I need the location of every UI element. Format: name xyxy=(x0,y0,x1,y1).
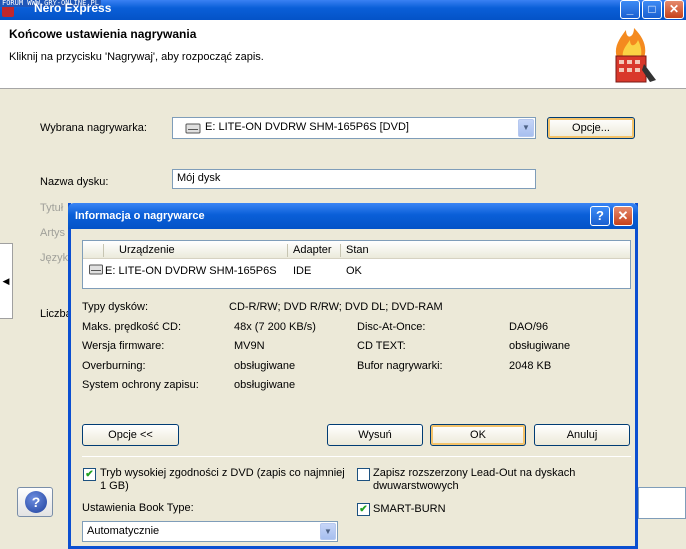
device-status-cell: OK xyxy=(346,265,362,277)
firmware-label: Wersja firmware: xyxy=(82,340,165,352)
smartburn-checkbox[interactable]: ✔ xyxy=(357,503,370,516)
dao-value: DAO/96 xyxy=(509,321,549,333)
window-title: Nero Express xyxy=(34,1,112,15)
nero-burn-logo-icon xyxy=(615,28,656,83)
column-adapter[interactable]: Adapter xyxy=(293,244,332,256)
recorder-select-value: E: LITE-ON DVDRW SHM-165P6S [DVD] xyxy=(205,121,409,133)
recorder-label: Wybrana nagrywarka: xyxy=(40,122,147,134)
recorder-select[interactable]: E: LITE-ON DVDRW SHM-165P6S [DVD] ▼ xyxy=(172,117,536,139)
booktype-select[interactable]: Automatycznie ▼ xyxy=(82,521,338,542)
max-speed-value: 48x (7 200 KB/s) xyxy=(234,321,316,333)
smartburn-label: SMART-BURN xyxy=(373,503,446,515)
column-status[interactable]: Stan xyxy=(346,244,369,256)
dialog-close-button[interactable]: ✕ xyxy=(613,206,633,226)
options-button[interactable]: Opcje... xyxy=(547,117,635,139)
cdtext-value: obsługiwane xyxy=(509,340,571,352)
leadout-label: Zapisz rozszerzony Lead-Out na dyskach d… xyxy=(373,467,576,492)
buffer-value: 2048 KB xyxy=(509,360,552,372)
dialog-title-bar: Informacja o nagrywarce ? ✕ xyxy=(68,203,638,229)
header-panel: Końcowe ustawienia nagrywania Kliknij na… xyxy=(0,20,686,89)
language-label: Język xyxy=(40,252,69,264)
cdtext-label: CD TEXT: xyxy=(357,340,406,352)
disc-types-label: Typy dysków: xyxy=(82,301,149,313)
disc-types-value: CD-R/RW; DVD R/RW; DVD DL; DVD-RAM xyxy=(229,301,443,313)
overburn-value: obsługiwane xyxy=(234,360,296,372)
chevron-down-icon[interactable]: ▼ xyxy=(320,523,336,540)
bottom-right-panel xyxy=(638,487,686,519)
minimize-button[interactable]: _ xyxy=(620,0,640,19)
ok-button[interactable]: OK xyxy=(430,424,526,446)
help-icon: ? xyxy=(25,491,47,513)
firmware-value: MV9N xyxy=(234,340,265,352)
protect-label: System ochrony zapisu: xyxy=(82,379,199,391)
cancel-button[interactable]: Anuluj xyxy=(534,424,630,446)
dialog-title: Informacja o nagrywarce xyxy=(75,210,205,222)
device-adapter-cell: IDE xyxy=(293,265,312,277)
artist-label: Artys xyxy=(40,227,66,239)
title-label: Tytuł xyxy=(40,202,64,214)
overburn-label: Overburning: xyxy=(82,360,146,372)
dialog-separator xyxy=(82,456,631,457)
device-list[interactable]: Urządzenie Adapter Stan E: LITE-ON DVDRW… xyxy=(82,240,631,289)
disc-name-input[interactable]: Mój dysk xyxy=(172,169,536,189)
max-speed-label: Maks. prędkość CD: xyxy=(82,321,182,333)
back-arrow-icon[interactable]: ◀ xyxy=(0,243,13,319)
main-title-bar: FORUM WWW.GRY-ONLINE.PL Nero Express _ □… xyxy=(0,0,686,20)
drive-icon xyxy=(185,123,201,134)
close-button[interactable]: ✕ xyxy=(664,0,684,19)
dvd-compat-checkbox[interactable]: ✔ xyxy=(83,468,96,481)
protect-value: obsługiwane xyxy=(234,379,296,391)
leadout-checkbox[interactable] xyxy=(357,468,370,481)
disc-name-label: Nazwa dysku: xyxy=(40,176,109,188)
eject-button[interactable]: Wysuń xyxy=(327,424,423,446)
device-list-header: Urządzenie Adapter Stan xyxy=(83,241,630,259)
dvd-compat-label: Tryb wysokiej zgodności z DVD (zapis co … xyxy=(100,467,345,492)
column-device[interactable]: Urządzenie xyxy=(119,244,175,256)
recorder-info-dialog: Informacja o nagrywarce ? ✕ Urządzenie A… xyxy=(68,203,638,549)
page-title: Końcowe ustawienia nagrywania xyxy=(9,27,197,41)
page-subtitle: Kliknij na przycisku 'Nagrywaj', aby roz… xyxy=(9,51,264,63)
drive-icon xyxy=(89,264,103,275)
buffer-label: Bufor nagrywarki: xyxy=(357,360,443,372)
dao-label: Disc-At-Once: xyxy=(357,321,426,333)
options-collapse-button[interactable]: Opcje << xyxy=(82,424,179,446)
chevron-down-icon[interactable]: ▼ xyxy=(518,119,534,137)
booktype-label: Ustawienia Book Type: xyxy=(82,502,194,514)
help-button[interactable]: ? xyxy=(17,487,53,517)
device-name-cell[interactable]: E: LITE-ON DVDRW SHM-165P6S xyxy=(105,265,277,277)
maximize-button[interactable]: □ xyxy=(642,0,662,19)
booktype-select-value: Automatycznie xyxy=(87,525,160,537)
dialog-help-button[interactable]: ? xyxy=(590,206,610,226)
